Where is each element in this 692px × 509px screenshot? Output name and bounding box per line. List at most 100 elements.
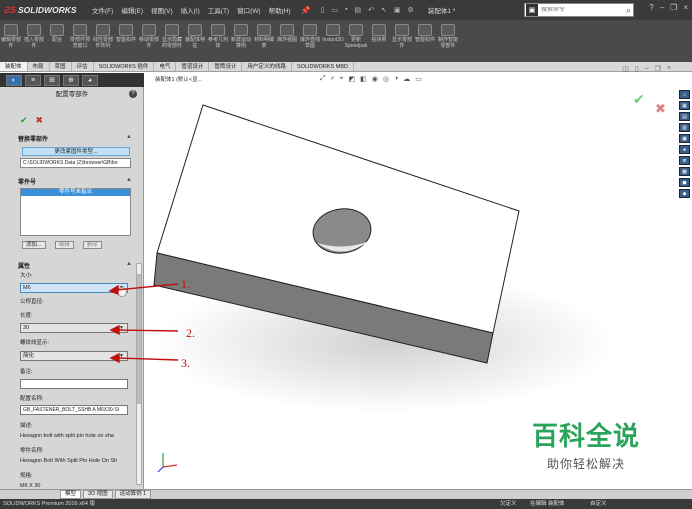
command-tab[interactable]: 评估 — [72, 62, 94, 71]
comment-input[interactable] — [20, 379, 128, 389]
appearances-icon[interactable]: ● — [679, 145, 690, 154]
menu-edit[interactable]: 编辑(E) — [121, 5, 143, 15]
select-icon[interactable]: ↖ — [381, 6, 387, 14]
tab-model[interactable]: 模型 — [60, 490, 82, 499]
thread-display-select[interactable]: 简化 ▼ — [20, 351, 128, 361]
new-icon[interactable]: ▯ — [321, 6, 325, 14]
change-fastener-type-button[interactable]: 更改紧固件类型... — [22, 147, 130, 156]
edit-button[interactable]: 编辑 — [54, 241, 74, 249]
command-tab[interactable]: 管筒设计 — [209, 62, 243, 71]
menu-insert[interactable]: 插入(I) — [181, 5, 200, 15]
ribbon-button[interactable]: 配合 — [46, 24, 68, 43]
dimxpert-icon[interactable]: ⊕ — [63, 74, 79, 86]
ribbon-button[interactable]: 移动零部件 — [138, 24, 160, 49]
print-icon[interactable]: ▤ — [355, 6, 362, 14]
cancel-x-icon[interactable]: ✖ — [36, 115, 44, 126]
ok-check-icon[interactable]: ✔ — [20, 115, 28, 126]
panel-scrollbar[interactable] — [136, 263, 142, 485]
search-scope-icon[interactable]: ▣ — [526, 4, 538, 16]
property-manager-icon[interactable]: ≡ — [25, 74, 41, 86]
viewport-minimize-icon[interactable]: – — [645, 65, 649, 73]
ribbon-button[interactable]: 零部件预览窗口 — [69, 24, 91, 49]
restore-icon[interactable]: ❐ — [670, 3, 677, 12]
description-value[interactable]: Hexagon bolt with split pin hole on sha — [20, 433, 132, 439]
tab-motion-study[interactable]: 运动算例 1 — [114, 490, 152, 499]
ribbon-button[interactable]: 材料明细表 — [253, 24, 275, 49]
ribbon-button[interactable]: Instant3D — [322, 24, 344, 43]
chevron-down-icon[interactable]: ▼ — [119, 352, 124, 361]
menu-view[interactable]: 视图(V) — [151, 5, 173, 15]
command-tab[interactable]: 草图 — [50, 62, 72, 71]
ribbon-button[interactable]: 智能扣件 — [115, 24, 137, 43]
ribbon-button[interactable]: 显示隐藏的零部件 — [161, 24, 183, 49]
search-input[interactable] — [538, 7, 618, 13]
list-item[interactable]: 零件号未指派 — [21, 189, 130, 196]
rebuild-icon[interactable]: ▣ — [394, 6, 401, 14]
3d-content-icon[interactable]: ◆ — [679, 189, 690, 198]
ribbon-button[interactable]: 更新Speedpak — [345, 24, 367, 49]
config-name-input[interactable]: GB_FASTENER_BOLT_SSHB A M6X30-SI — [20, 405, 128, 415]
home-icon[interactable]: ⌂ — [679, 90, 690, 99]
search-box[interactable]: ▣ ⌕ — [524, 3, 634, 17]
open-icon[interactable]: ▭ — [331, 6, 338, 14]
size-select[interactable]: M6 ▼ — [20, 283, 128, 293]
undo-icon[interactable]: ↶ — [368, 6, 374, 14]
collapse-icon[interactable]: ▲ — [126, 177, 132, 183]
minimize-icon[interactable]: – — [660, 3, 664, 12]
ribbon-button[interactable]: 显示零部件 — [391, 24, 413, 49]
ribbon-button[interactable]: 爆炸视图 — [276, 24, 298, 43]
ribbon-button[interactable]: 制作智能零部件 — [437, 24, 459, 49]
command-tab[interactable]: 装配体 — [0, 62, 28, 71]
resources-icon[interactable]: ▦ — [679, 101, 690, 110]
add-button[interactable]: 添加... — [22, 241, 46, 249]
delete-button[interactable]: 删除 — [82, 241, 102, 249]
ribbon-button[interactable]: 新建运动算例 — [230, 24, 252, 49]
part-name-value[interactable]: Hexagon Bolt With Split Pin Hole On Sh — [20, 458, 132, 464]
viewport-restore-icon[interactable]: ❐ — [655, 65, 661, 73]
chevron-down-icon[interactable]: ▼ — [119, 324, 124, 333]
ribbon-button[interactable]: 装配体特征 — [184, 24, 206, 49]
section-replace[interactable]: 替换零部件 ▲ — [18, 134, 134, 143]
pin-icon[interactable]: 📌 — [301, 6, 311, 15]
length-select[interactable]: 30 ▼ — [20, 323, 128, 333]
part-number-list[interactable]: 零件号未指派 — [20, 188, 131, 236]
viewport-layout-icon[interactable]: ▯ — [635, 65, 639, 73]
command-tab[interactable]: SOLIDWORKS 插件 — [94, 62, 155, 71]
tab-3d-views[interactable]: 3D 视图 — [83, 490, 113, 499]
section-properties[interactable]: 属性 ▲ — [18, 261, 134, 270]
fastener-path-field[interactable]: C:\SOLIDWORKS Data (2)\browser\GB\bo — [20, 158, 131, 168]
custom-properties-icon[interactable]: ≣ — [679, 156, 690, 165]
command-tab[interactable]: 布局 — [28, 62, 50, 71]
command-tab[interactable]: SOLIDWORKS MBD — [292, 62, 354, 71]
panel-help-icon[interactable]: ? — [129, 90, 137, 98]
ribbon-button[interactable]: 编辑零部件 — [0, 24, 22, 49]
collapse-icon[interactable]: ▲ — [126, 134, 132, 140]
viewport-split-icon[interactable]: ◫ — [622, 65, 629, 73]
menu-tools[interactable]: 工具(T) — [208, 5, 229, 15]
command-tab[interactable]: 管道设计 — [176, 62, 210, 71]
display-manager-icon[interactable]: ◕ — [82, 74, 98, 86]
confirm-cancel-icon[interactable]: ✖ — [655, 101, 666, 117]
ribbon-button[interactable]: 拍快照 — [368, 24, 390, 43]
command-tab[interactable]: 电气 — [154, 62, 177, 71]
viewport-close-icon[interactable]: × — [667, 65, 671, 73]
view-palette-icon[interactable]: ▣ — [679, 134, 690, 143]
design-library-icon[interactable]: ▤ — [679, 112, 690, 121]
status-units[interactable]: 自定义 — [590, 499, 607, 509]
ribbon-button[interactable]: 插入零部件 — [23, 24, 45, 49]
ribbon-button[interactable]: 参考几何体 — [207, 24, 229, 49]
configuration-manager-icon[interactable]: ⊞ — [44, 74, 60, 86]
menu-window[interactable]: 窗口(W) — [237, 5, 260, 15]
menu-file[interactable]: 文件(F) — [92, 5, 113, 15]
confirm-check-icon[interactable]: ✔ — [633, 91, 645, 108]
section-part-number[interactable]: 零件号 ▲ — [18, 177, 134, 186]
close-icon[interactable]: × — [683, 3, 688, 12]
options-icon[interactable]: ⚙ — [408, 6, 414, 14]
collapse-icon[interactable]: ▲ — [126, 261, 132, 267]
toolbox-icon[interactable]: ◼ — [679, 178, 690, 187]
command-tab[interactable]: 用户定义的线路 — [242, 62, 292, 71]
search-icon[interactable]: ⌕ — [626, 5, 633, 16]
help-icon[interactable]: ? — [649, 3, 653, 12]
file-explorer-icon[interactable]: ▥ — [679, 123, 690, 132]
scrollbar-thumb[interactable] — [137, 274, 141, 404]
